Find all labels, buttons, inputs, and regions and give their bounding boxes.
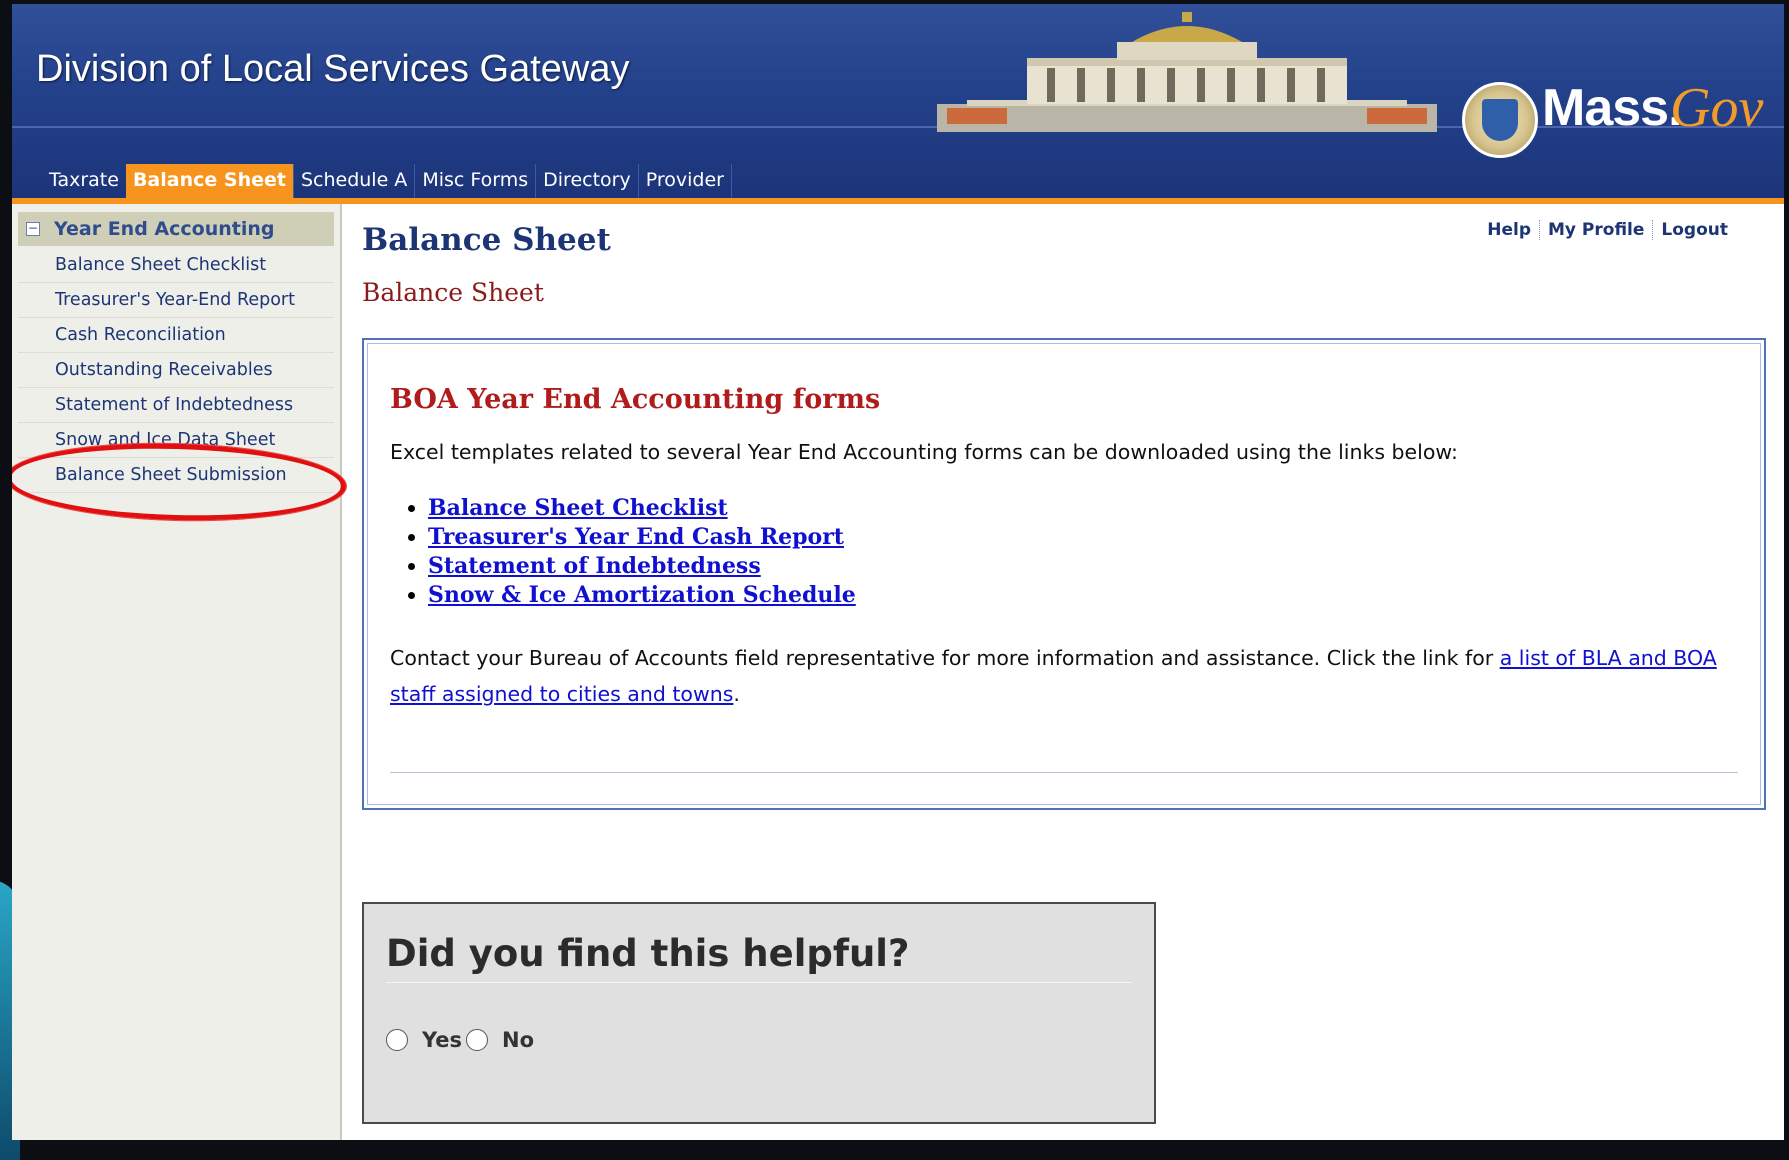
balance-sheet-checklist-link[interactable]: Balance Sheet Checklist [428, 495, 728, 521]
statehouse-image [937, 12, 1437, 132]
logout-link[interactable]: Logout [1652, 220, 1736, 240]
no-radio[interactable] [466, 1029, 489, 1051]
list-item: Treasurer's Year End Cash Report [428, 523, 856, 552]
sidebar-item-balance-sheet-checklist[interactable]: Balance Sheet Checklist [18, 248, 334, 283]
tab-directory[interactable]: Directory [536, 164, 639, 198]
sidebar: − Year End Accounting Balance Sheet Chec… [12, 204, 342, 1140]
yes-radio[interactable] [386, 1029, 408, 1051]
my-profile-link[interactable]: My Profile [1539, 220, 1652, 240]
forms-intro-text: Excel templates related to several Year … [390, 440, 1458, 464]
no-label: No [502, 1028, 535, 1052]
page-subtitle: Balance Sheet [362, 278, 544, 307]
sidebar-item-cash-reconciliation[interactable]: Cash Reconciliation [18, 318, 334, 353]
feedback-panel: Did you find this helpful? Yes No [362, 902, 1156, 1124]
sidebar-section-header[interactable]: − Year End Accounting [18, 212, 334, 246]
tab-balance-sheet[interactable]: Balance Sheet [125, 164, 294, 198]
page-title: Balance Sheet [362, 222, 611, 258]
list-item: Statement of Indebtedness [428, 552, 856, 581]
list-item: Snow & Ice Amortization Schedule [428, 581, 856, 610]
contact-text-prefix: Contact your Bureau of Accounts field re… [390, 646, 1500, 670]
forms-heading: BOA Year End Accounting forms [390, 384, 881, 415]
treasurers-cash-report-link[interactable]: Treasurer's Year End Cash Report [428, 524, 844, 550]
collapse-icon[interactable]: − [26, 222, 40, 236]
tab-provider[interactable]: Provider [639, 164, 732, 198]
tab-taxrate[interactable]: Taxrate [42, 164, 126, 198]
browser-page: Division of Local Services Gateway Mass. [12, 4, 1784, 1140]
sidebar-item-outstanding-receivables[interactable]: Outstanding Receivables [18, 353, 334, 388]
list-item: Balance Sheet Checklist [428, 494, 856, 523]
main-content: Balance Sheet Balance Sheet Help My Prof… [342, 204, 1784, 1140]
snow-ice-amortization-link[interactable]: Snow & Ice Amortization Schedule [428, 582, 856, 608]
panel-divider [390, 772, 1738, 773]
tab-misc-forms[interactable]: Misc Forms [415, 164, 537, 198]
feedback-title: Did you find this helpful? [386, 932, 910, 975]
feedback-divider [386, 982, 1132, 983]
sidebar-item-treasurers-report[interactable]: Treasurer's Year-End Report [18, 283, 334, 318]
tab-schedule-a[interactable]: Schedule A [294, 164, 416, 198]
help-link[interactable]: Help [1479, 220, 1539, 240]
statement-of-indebtedness-link[interactable]: Statement of Indebtedness [428, 553, 761, 579]
state-seal-icon [1462, 82, 1538, 158]
contact-paragraph: Contact your Bureau of Accounts field re… [390, 640, 1730, 712]
site-title: Division of Local Services Gateway [36, 48, 630, 90]
yes-label: Yes [422, 1028, 463, 1052]
forms-panel: BOA Year End Accounting forms Excel temp… [362, 338, 1766, 810]
site-header: Division of Local Services Gateway Mass. [12, 4, 1784, 200]
mass-gov-logo-gov: Gov [1670, 77, 1764, 139]
utility-links: Help My Profile Logout [1479, 220, 1736, 240]
sidebar-item-statement-of-indebtedness[interactable]: Statement of Indebtedness [18, 388, 334, 423]
main-nav-tabs: Taxrate Balance Sheet Schedule A Misc Fo… [12, 164, 732, 198]
mass-gov-logo: Mass. [1542, 79, 1683, 137]
sidebar-section-label: Year End Accounting [54, 218, 275, 240]
download-links-list: Balance Sheet Checklist Treasurer's Year… [390, 494, 856, 610]
contact-text-suffix: . [733, 682, 740, 706]
feedback-options: Yes No [386, 1028, 538, 1052]
